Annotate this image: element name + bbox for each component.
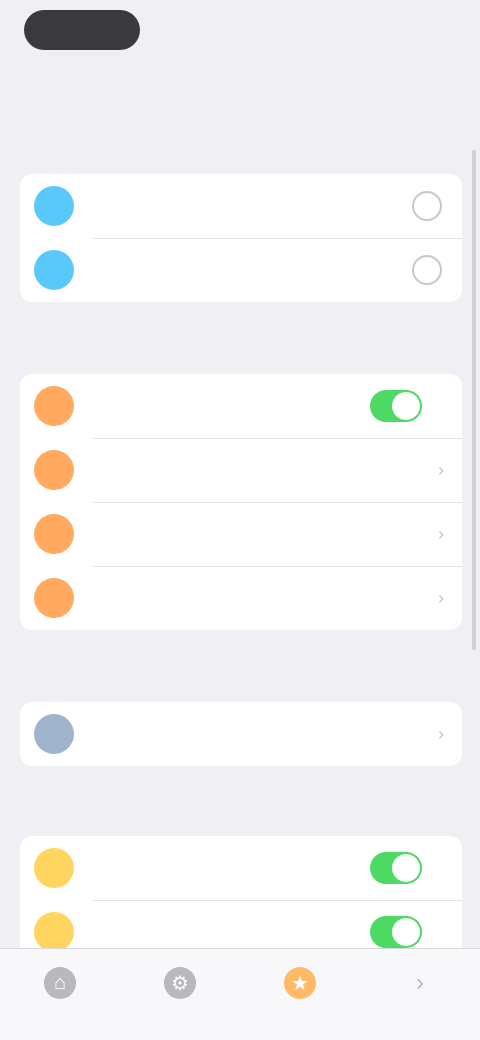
top-bar bbox=[0, 0, 480, 70]
toggle-knob bbox=[392, 392, 420, 420]
scrollbar[interactable] bbox=[472, 150, 476, 650]
toggle-switch[interactable] bbox=[370, 852, 422, 884]
toggle-knob bbox=[392, 918, 420, 946]
orange-circle-icon bbox=[34, 450, 74, 490]
chevron-right-icon: › bbox=[438, 587, 444, 608]
blue-circle-icon bbox=[34, 250, 74, 290]
toggle-switch[interactable] bbox=[370, 390, 422, 422]
orange-circle-icon bbox=[34, 578, 74, 618]
home-icon: ⌂ bbox=[44, 967, 76, 999]
list-item[interactable]: › bbox=[20, 566, 462, 630]
settings-group bbox=[20, 174, 462, 302]
tab-more[interactable]: › bbox=[380, 967, 460, 999]
round-button[interactable] bbox=[412, 191, 442, 221]
orange-circle-icon bbox=[34, 514, 74, 554]
round-button[interactable] bbox=[412, 255, 442, 285]
tab-bar: ⌂ ⚙ ★ › bbox=[0, 948, 480, 1040]
settings-screen: › › › › ⌂ ⚙ ★ › bbox=[0, 0, 480, 1040]
tab-settings[interactable]: ⚙ bbox=[140, 967, 220, 999]
list-item[interactable]: › bbox=[20, 502, 462, 566]
list-item[interactable]: › bbox=[20, 702, 462, 766]
list-item[interactable]: › bbox=[20, 438, 462, 502]
list-item[interactable] bbox=[20, 238, 462, 302]
list-item[interactable] bbox=[20, 836, 462, 900]
blue-circle-icon bbox=[34, 186, 74, 226]
tab-favorites[interactable]: ★ bbox=[260, 967, 340, 999]
chevron-right-icon: › bbox=[438, 523, 444, 544]
settings-group: › › › bbox=[20, 374, 462, 630]
chevron-right-icon: › bbox=[438, 723, 444, 744]
chevron-right-icon: › bbox=[438, 459, 444, 480]
yellow-circle-icon bbox=[34, 848, 74, 888]
list-item[interactable] bbox=[20, 174, 462, 238]
back-pill-button[interactable] bbox=[24, 10, 140, 50]
toggle-switch[interactable] bbox=[370, 916, 422, 948]
tab-home[interactable]: ⌂ bbox=[20, 967, 100, 999]
arrow-icon: › bbox=[416, 969, 424, 996]
settings-group: › bbox=[20, 702, 462, 766]
orange-circle-icon bbox=[34, 386, 74, 426]
list-item[interactable] bbox=[20, 374, 462, 438]
star-icon: ★ bbox=[284, 967, 316, 999]
yellow-circle-icon bbox=[34, 912, 74, 952]
grey-circle-icon bbox=[34, 714, 74, 754]
settings-group bbox=[20, 836, 462, 964]
toggle-knob bbox=[392, 854, 420, 882]
settings-icon: ⚙ bbox=[164, 967, 196, 999]
